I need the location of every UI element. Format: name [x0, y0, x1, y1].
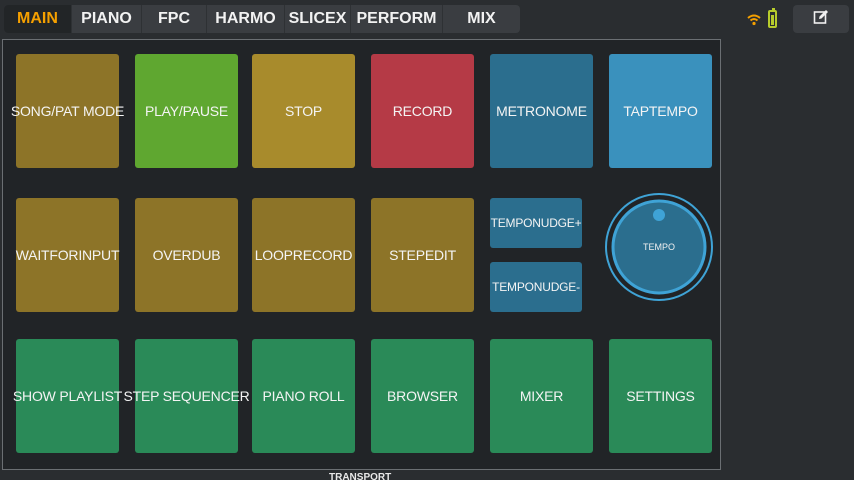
- tab-fpc[interactable]: FPC: [142, 5, 207, 33]
- tab-main[interactable]: MAIN: [4, 5, 72, 33]
- status-indicators: [746, 8, 777, 30]
- mixer-button[interactable]: MIXER: [490, 339, 593, 453]
- tempo-knob[interactable]: TEMPO: [604, 192, 714, 302]
- play-pause-button[interactable]: PLAY/PAUSE: [135, 54, 238, 168]
- tempo-nudge-down-button[interactable]: TEMPONUDGE-: [490, 262, 582, 312]
- browser-button[interactable]: BROWSER: [371, 339, 474, 453]
- tab-harmo[interactable]: HARMO: [207, 5, 285, 33]
- panel-footer-label: TRANSPORT: [329, 472, 392, 480]
- metronome-button[interactable]: METRONOME: [490, 54, 593, 168]
- song-pat-mode-button[interactable]: SONG/PAT MODE: [11, 54, 124, 168]
- loop-record-button[interactable]: LOOPRECORD: [252, 198, 355, 312]
- tab-mix[interactable]: MIX: [443, 5, 520, 33]
- tab-bar: MAIN PIANO FPC HARMO SLICEX PERFORM MIX: [4, 5, 520, 33]
- step-edit-button[interactable]: STEPEDIT: [371, 198, 474, 312]
- settings-button[interactable]: SETTINGS: [609, 339, 712, 453]
- show-playlist-button[interactable]: SHOW PLAYLIST: [13, 339, 122, 453]
- tap-tempo-button[interactable]: TAPTEMPO: [609, 54, 712, 168]
- tab-piano[interactable]: PIANO: [72, 5, 142, 33]
- wifi-icon: [746, 12, 762, 26]
- stop-button[interactable]: STOP: [252, 54, 355, 168]
- transport-panel: SONG/PAT MODE PLAY/PAUSE STOP RECORD MET…: [2, 39, 721, 470]
- wait-for-input-button[interactable]: WAITFORINPUT: [16, 198, 120, 312]
- tab-slicex[interactable]: SLICEX: [285, 5, 351, 33]
- edit-icon: [813, 9, 829, 30]
- record-button[interactable]: RECORD: [371, 54, 474, 168]
- tempo-nudge-up-button[interactable]: TEMPONUDGE+: [490, 198, 582, 248]
- edit-button[interactable]: [793, 5, 849, 33]
- piano-roll-button[interactable]: PIANO ROLL: [252, 339, 355, 453]
- tempo-knob-indicator: [653, 209, 665, 221]
- overdub-button[interactable]: OVERDUB: [135, 198, 238, 312]
- step-sequencer-button[interactable]: STEP SEQUENCER: [123, 339, 250, 453]
- battery-icon: [768, 8, 777, 28]
- tab-perform[interactable]: PERFORM: [351, 5, 443, 33]
- tempo-knob-label: TEMPO: [643, 242, 675, 252]
